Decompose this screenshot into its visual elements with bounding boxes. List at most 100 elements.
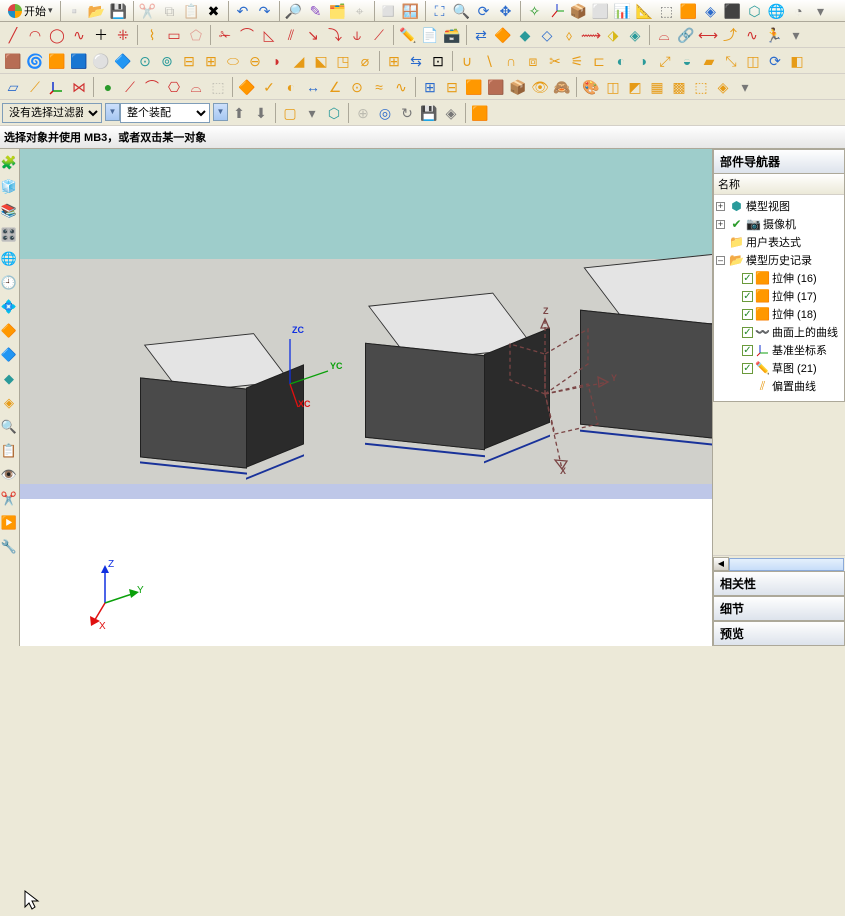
- chamfer-icon[interactable]: ◺: [258, 24, 280, 46]
- point-set-icon[interactable]: ⁜: [112, 24, 134, 46]
- line2-icon[interactable]: ⟋: [119, 76, 141, 98]
- radius-icon[interactable]: ⊙: [346, 76, 368, 98]
- ungroup-icon[interactable]: ⊟: [441, 76, 463, 98]
- command-finder-icon[interactable]: 🔎: [283, 0, 305, 22]
- conic2-icon[interactable]: ⌓: [185, 76, 207, 98]
- sweep-icon[interactable]: ⟿: [580, 24, 602, 46]
- sel-face-icon[interactable]: ▢: [279, 102, 301, 124]
- rectangle-icon[interactable]: ▭: [163, 24, 185, 46]
- viewport-lower[interactable]: Z Y X: [20, 499, 712, 646]
- runner-icon[interactable]: 🏃: [763, 24, 785, 46]
- tool-icon[interactable]: 🔧: [0, 536, 18, 558]
- nav-column-name[interactable]: 名称: [714, 174, 844, 195]
- shade-icon[interactable]: ▩: [668, 76, 690, 98]
- drafting-icon[interactable]: 📐: [634, 0, 656, 22]
- checkbox[interactable]: ✓: [742, 291, 753, 302]
- filter-type-select[interactable]: 没有选择过滤器: [2, 103, 102, 123]
- wcs-origin-icon[interactable]: ✧: [524, 0, 546, 22]
- expand-icon[interactable]: +: [716, 202, 725, 211]
- pocket-icon[interactable]: ⊟: [178, 50, 200, 72]
- more2-icon[interactable]: ▾: [785, 24, 807, 46]
- bridge2-icon[interactable]: 🔗: [675, 24, 697, 46]
- shell-icon[interactable]: ◳: [332, 50, 354, 72]
- cube-icon[interactable]: ⬜: [590, 0, 612, 22]
- node-modelview[interactable]: + ⬢ 模型视图: [716, 197, 844, 215]
- sketch-icon[interactable]: ✏️: [397, 24, 419, 46]
- blend-icon[interactable]: ◗: [266, 50, 288, 72]
- part-navigator-header[interactable]: 部件导航器: [713, 149, 845, 174]
- details-panel[interactable]: 细节: [713, 596, 845, 621]
- delete-face-icon[interactable]: ◑: [632, 50, 654, 72]
- mfg-icon[interactable]: 🔷: [0, 344, 18, 366]
- resize-icon[interactable]: ⤢: [654, 50, 676, 72]
- wire-icon[interactable]: ▦: [646, 76, 668, 98]
- checkbox[interactable]: ✓: [742, 309, 753, 320]
- start-menu[interactable]: 开始 ▾: [4, 2, 57, 20]
- section-icon[interactable]: ◐: [280, 76, 302, 98]
- replace-face-icon[interactable]: ◐: [610, 50, 632, 72]
- offset-face-icon[interactable]: ⊏: [588, 50, 610, 72]
- spline-icon[interactable]: ∿: [68, 24, 90, 46]
- pad-icon[interactable]: ⊞: [200, 50, 222, 72]
- cube2-icon[interactable]: ⬛: [722, 0, 744, 22]
- sphere-icon[interactable]: ⚪: [90, 50, 112, 72]
- curve-mesh-icon[interactable]: ⋈: [68, 76, 90, 98]
- pattern-icon[interactable]: ⊞: [383, 50, 405, 72]
- datum-axis-icon[interactable]: ⟋: [24, 76, 46, 98]
- node-datumcsys[interactable]: ✓ 基准坐标系: [716, 341, 844, 359]
- profile-icon[interactable]: ⎔: [163, 76, 185, 98]
- mirror-icon[interactable]: ⇆: [405, 50, 427, 72]
- facet-icon[interactable]: ◈: [712, 76, 734, 98]
- material-icon[interactable]: ◩: [624, 76, 646, 98]
- pan-icon[interactable]: ✥: [495, 0, 517, 22]
- clip-icon[interactable]: ✂️: [0, 488, 18, 510]
- box1-icon[interactable]: 🟧: [463, 76, 485, 98]
- collapse-icon[interactable]: –: [716, 256, 725, 265]
- isometric-icon[interactable]: ◈: [700, 0, 722, 22]
- face-blend-icon[interactable]: ◒: [676, 50, 698, 72]
- more-icon[interactable]: ◔: [788, 0, 810, 22]
- wcs-dynamics-icon[interactable]: [546, 0, 568, 22]
- reuse-icon[interactable]: 📚: [0, 200, 18, 222]
- distance-icon[interactable]: ↔: [302, 76, 324, 98]
- subtract-icon[interactable]: ∖: [478, 50, 500, 72]
- offset-curve-icon[interactable]: ⫽: [280, 24, 302, 46]
- dropdown-icon[interactable]: ▾: [810, 0, 832, 22]
- law-ext-icon[interactable]: ⤴: [719, 24, 741, 46]
- node-sketch21[interactable]: ✓ ✏️ 草图 (21): [716, 359, 844, 377]
- groove-icon[interactable]: ⊖: [244, 50, 266, 72]
- box2-icon[interactable]: 🟫: [485, 76, 507, 98]
- globe-icon[interactable]: 🌐: [766, 0, 788, 22]
- sel-body-icon[interactable]: ⬡: [323, 102, 345, 124]
- edge-icon[interactable]: ▰: [698, 50, 720, 72]
- expand-icon[interactable]: +: [716, 220, 725, 229]
- node-ext16[interactable]: ✓ 🟧 拉伸 (16): [716, 269, 844, 287]
- delete-icon[interactable]: ✖︎: [203, 0, 225, 22]
- wcs-rot-icon[interactable]: ↻: [396, 102, 418, 124]
- intersect-icon[interactable]: ∩: [500, 50, 522, 72]
- datum-plane-icon[interactable]: ▱: [2, 76, 24, 98]
- swept-icon[interactable]: ⬗: [602, 24, 624, 46]
- instance-icon[interactable]: ⊡: [427, 50, 449, 72]
- wcs-triad[interactable]: ZC YC XC: [280, 329, 360, 411]
- move-icon[interactable]: ⇄: [470, 24, 492, 46]
- smooth-icon[interactable]: ∿: [741, 24, 763, 46]
- extract2-icon[interactable]: ◧: [786, 50, 808, 72]
- node-camera[interactable]: + ✔ 📷 摄像机: [716, 215, 844, 233]
- web-icon[interactable]: 🌐: [0, 248, 18, 270]
- window-icon[interactable]: 🪟: [400, 0, 422, 22]
- constraint-icon[interactable]: ◈: [0, 392, 18, 414]
- process-icon[interactable]: 🔶: [0, 320, 18, 342]
- preview-panel[interactable]: 预览: [713, 621, 845, 646]
- fit-icon[interactable]: ⛶: [429, 0, 451, 22]
- cylinder-icon[interactable]: 🟦: [68, 50, 90, 72]
- node-offsetcurve[interactable]: ✓ ⫽ 偏置曲线: [716, 377, 844, 395]
- find-icon[interactable]: 🔍: [0, 416, 18, 438]
- assembly-nav-icon[interactable]: 🧩: [0, 152, 18, 174]
- datum-csys-icon[interactable]: [46, 76, 68, 98]
- filter-type-arrow-icon[interactable]: ▼: [105, 103, 120, 121]
- system-icon[interactable]: 💠: [0, 296, 18, 318]
- thread-icon[interactable]: ⌀: [354, 50, 376, 72]
- extract-icon[interactable]: 📄: [419, 24, 441, 46]
- scroll-thumb[interactable]: [729, 558, 844, 571]
